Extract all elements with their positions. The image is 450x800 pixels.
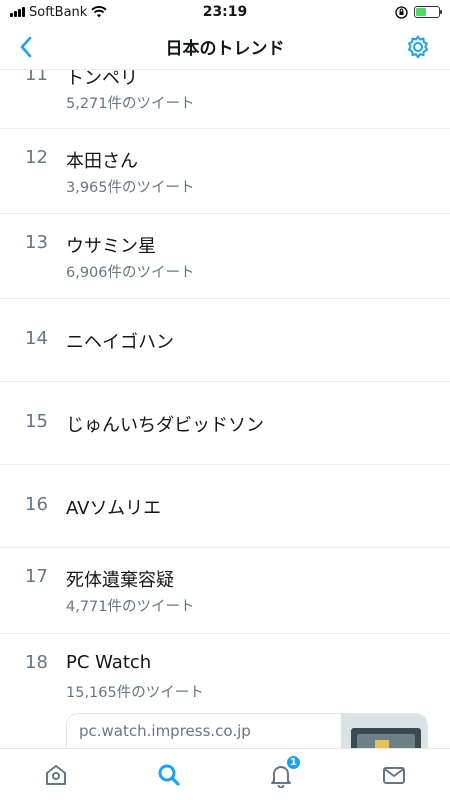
trend-item[interactable]: 12 本田さん 3,965件のツイート bbox=[0, 129, 450, 214]
nav-bar: 日本のトレンド bbox=[0, 24, 450, 70]
trend-rank: 13 bbox=[25, 232, 48, 253]
trend-name: PC Watch bbox=[66, 652, 152, 673]
trend-item[interactable]: 11 トンペリ 5,271件のツイート bbox=[0, 70, 450, 129]
trend-rank: 17 bbox=[25, 566, 48, 587]
carrier-name: SoftBank bbox=[29, 4, 88, 20]
home-icon bbox=[46, 764, 67, 785]
tab-home[interactable] bbox=[0, 749, 113, 800]
trend-rank: 18 bbox=[25, 652, 48, 673]
trend-name: AVソムリエ bbox=[66, 498, 162, 519]
envelope-icon bbox=[382, 766, 405, 784]
trend-name: じゅんいちダビッドソン bbox=[66, 415, 264, 436]
wifi-icon bbox=[91, 6, 107, 18]
link-card-thumbnail bbox=[341, 714, 427, 748]
trend-rank: 15 bbox=[25, 411, 48, 432]
trend-item[interactable]: 14 ニヘイゴハン bbox=[0, 299, 450, 382]
trend-name: 死体遺棄容疑 bbox=[66, 570, 174, 591]
tab-messages[interactable] bbox=[338, 749, 450, 800]
gear-icon bbox=[408, 35, 428, 59]
trend-item[interactable]: 16 AVソムリエ bbox=[0, 465, 450, 548]
orientation-lock-icon bbox=[395, 5, 408, 19]
link-card-url: pc.watch.impress.co.jp bbox=[79, 722, 251, 740]
trend-item[interactable]: 17 死体遺棄容疑 4,771件のツイート bbox=[0, 548, 450, 634]
tab-search[interactable] bbox=[113, 749, 226, 800]
tweet-count: 15,165件のツイート bbox=[66, 685, 204, 701]
trend-name: 本田さん bbox=[66, 151, 138, 172]
tweet-count: 6,906件のツイート bbox=[66, 265, 195, 281]
status-left: SoftBank bbox=[10, 5, 107, 20]
link-card[interactable]: pc.watch.impress.co.jp bbox=[66, 713, 428, 748]
tab-notifications[interactable]: 1 bbox=[225, 749, 338, 800]
tweet-count: 5,271件のツイート bbox=[66, 96, 195, 112]
trend-item[interactable]: 13 ウサミン星 6,906件のツイート bbox=[0, 214, 450, 299]
battery-icon bbox=[414, 6, 442, 18]
trend-rank: 14 bbox=[25, 328, 48, 349]
chevron-left-icon bbox=[20, 36, 32, 58]
trend-rank: 12 bbox=[25, 147, 48, 168]
back-button[interactable] bbox=[14, 34, 38, 60]
search-icon bbox=[158, 764, 180, 786]
tweet-count: 4,771件のツイート bbox=[66, 599, 195, 615]
battery-level bbox=[416, 8, 426, 16]
trend-name: ウサミン星 bbox=[66, 236, 156, 257]
settings-button[interactable] bbox=[404, 33, 432, 61]
notification-badge: 1 bbox=[286, 755, 301, 770]
trend-rank: 11 bbox=[25, 70, 48, 85]
thumbnail-image-icon bbox=[341, 714, 427, 748]
status-right bbox=[395, 5, 442, 19]
tab-bar: 1 bbox=[0, 748, 450, 800]
trend-item[interactable]: 15 じゅんいちダビッドソン bbox=[0, 382, 450, 465]
trend-list: 11 トンペリ 5,271件のツイート 12 本田さん 3,965件のツイート … bbox=[0, 70, 450, 748]
page-title: 日本のトレンド bbox=[165, 39, 285, 59]
trend-rank: 16 bbox=[25, 494, 48, 515]
status-bar: SoftBank 23:19 bbox=[0, 0, 450, 24]
tweet-count: 3,965件のツイート bbox=[66, 180, 195, 196]
signal-icon bbox=[10, 7, 25, 17]
trend-name: ニヘイゴハン bbox=[66, 332, 174, 353]
trend-name: トンペリ bbox=[66, 70, 138, 89]
